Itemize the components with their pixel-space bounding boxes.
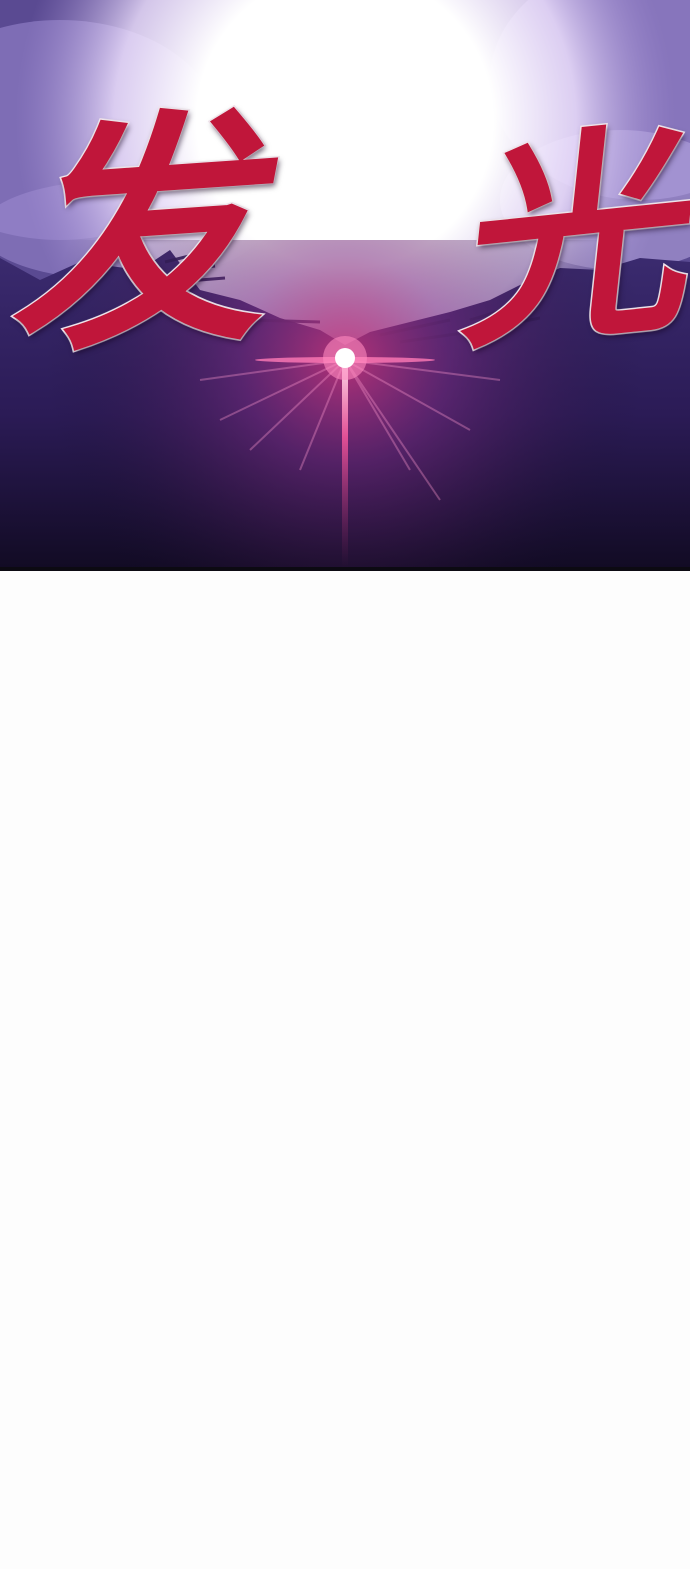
comic-page: 发 光 xyxy=(0,0,690,1569)
blank-gutter xyxy=(0,571,690,1569)
comic-panel: 发 光 xyxy=(0,0,690,568)
sound-effect-left: 发 xyxy=(0,77,303,390)
sound-effect-right: 光 xyxy=(452,95,690,384)
